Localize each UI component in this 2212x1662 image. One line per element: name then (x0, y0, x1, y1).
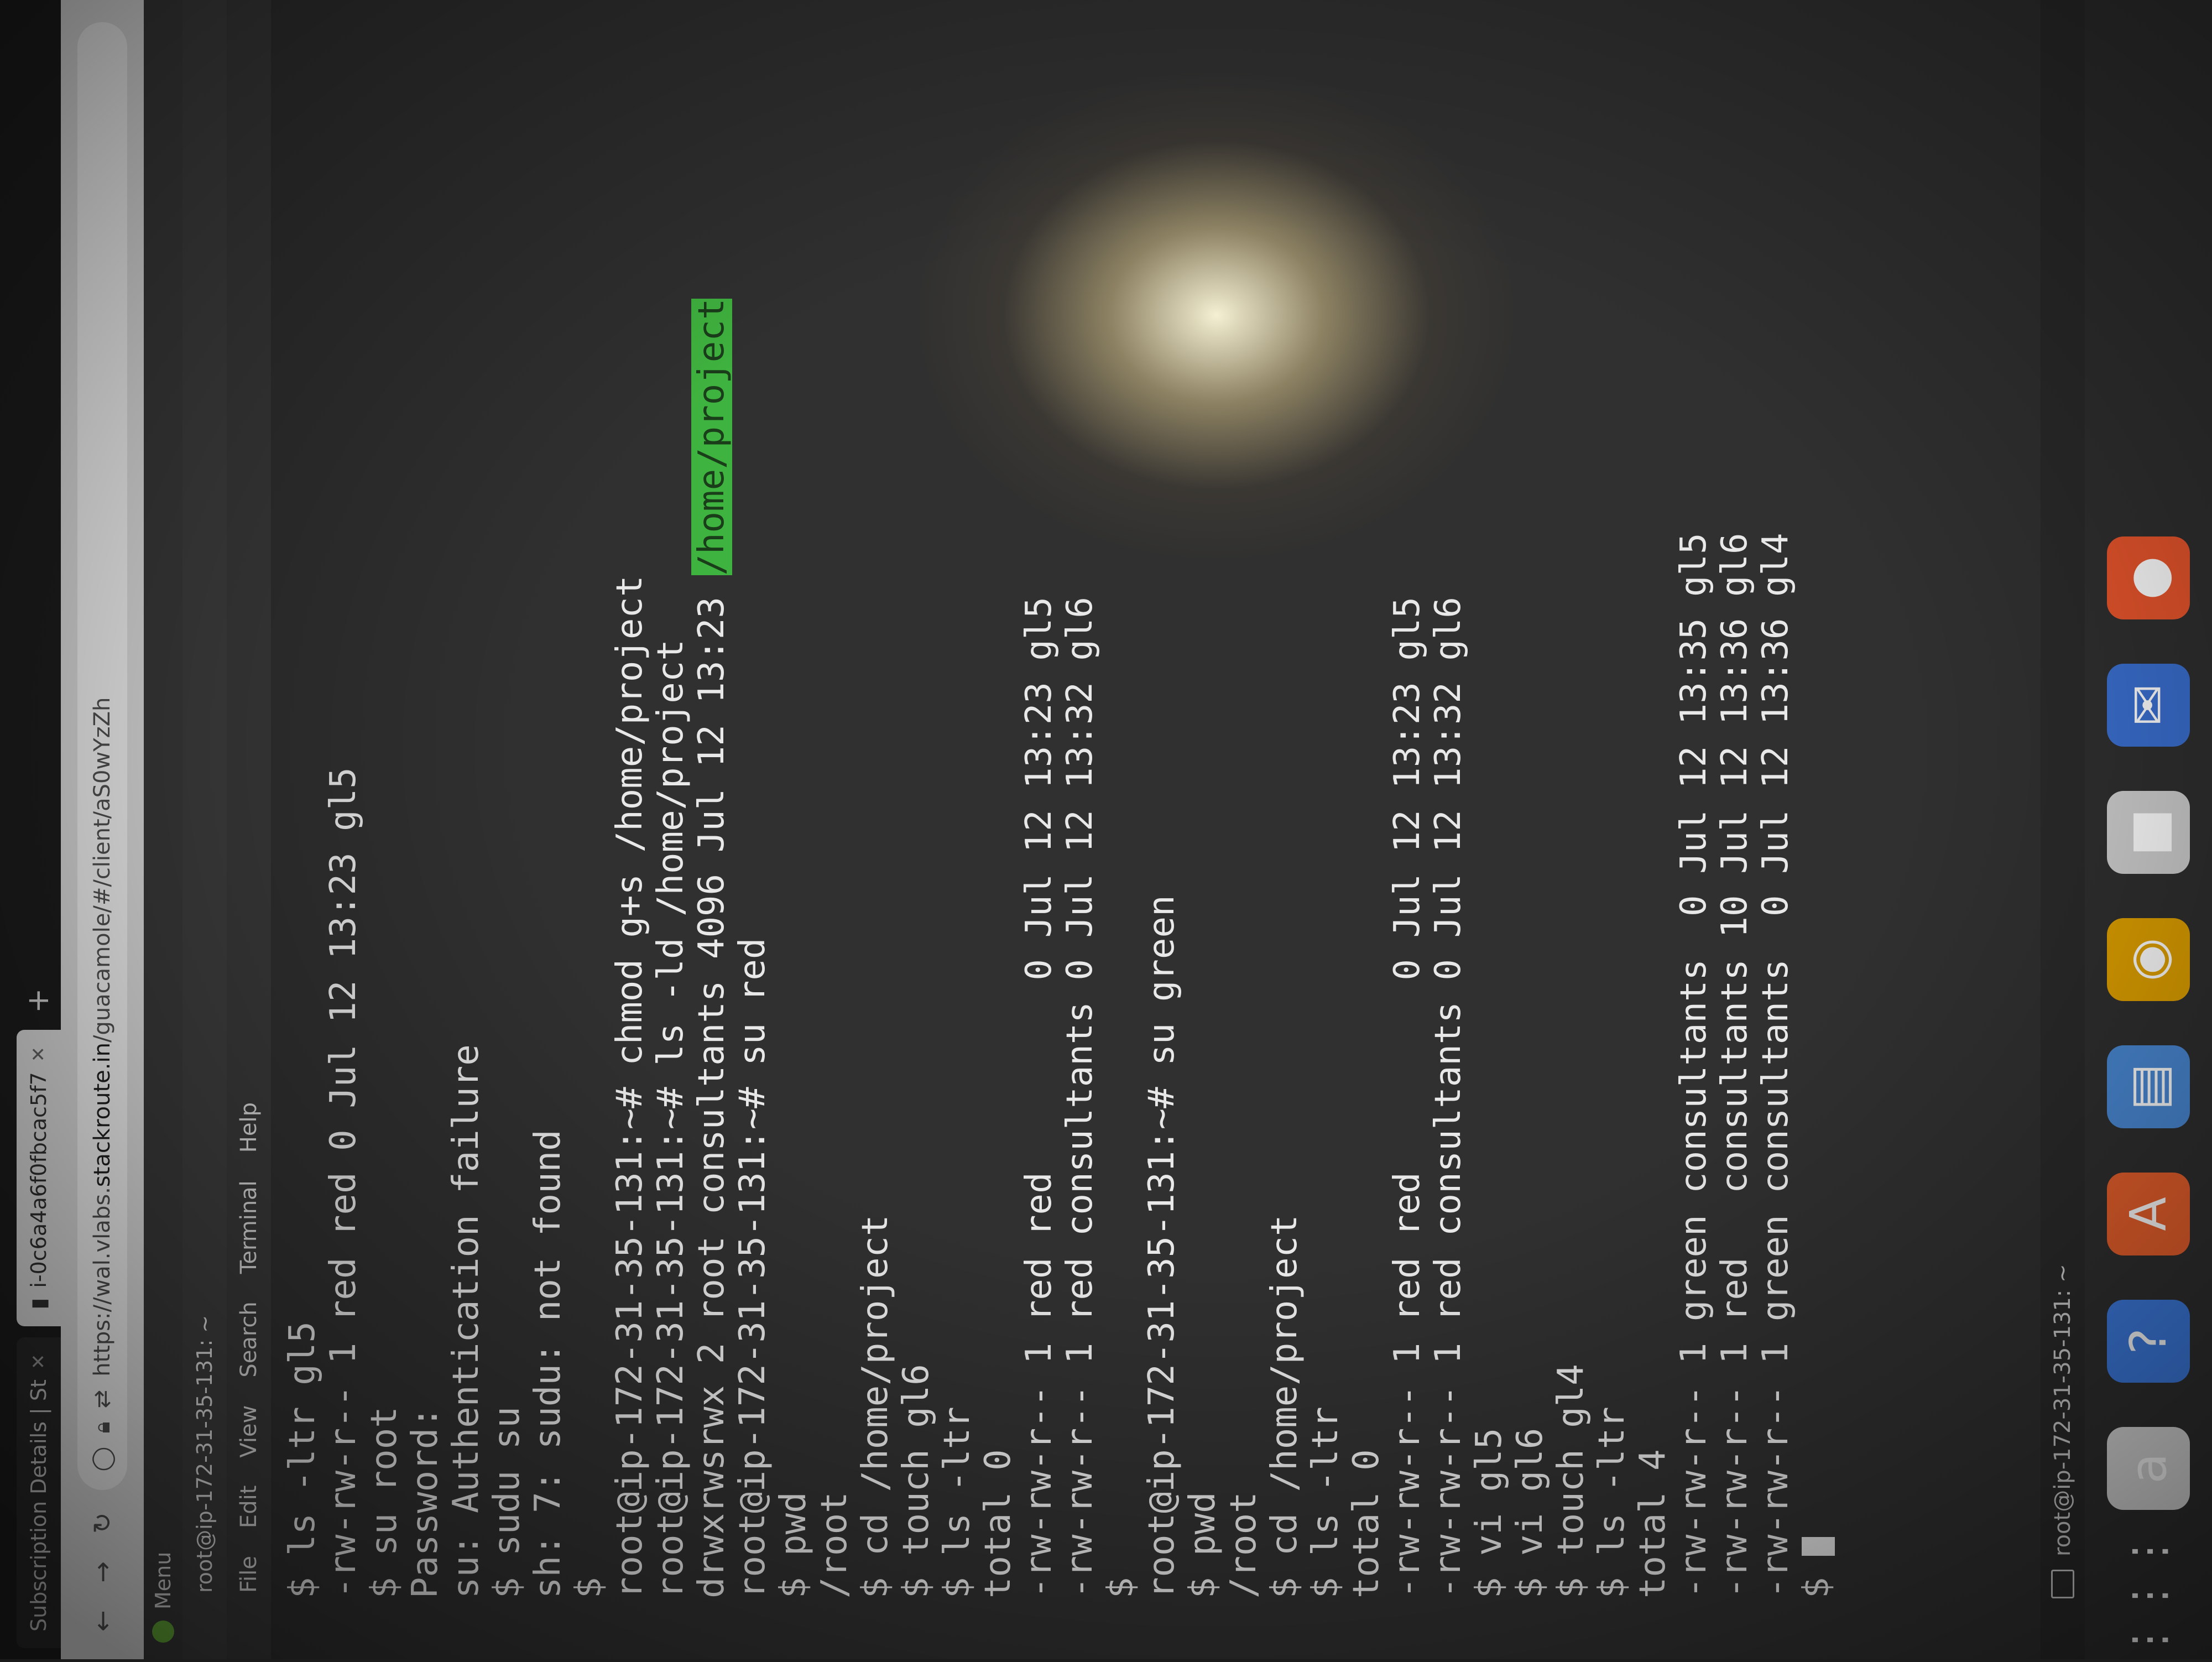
terminal-tab-icon: ▮ (27, 1298, 51, 1310)
menu-edit[interactable]: Edit (236, 1486, 262, 1528)
menu-icon[interactable] (152, 1621, 174, 1643)
text-cursor (1802, 1536, 1835, 1556)
terminal-line: root@ip-172-31-35-131:~# ls -ld /home/pr… (650, 639, 691, 1598)
rhythmbox-icon[interactable]: ◉ (2107, 918, 2190, 1001)
terminal-line: -rw-rw-r-- 1 green consultants 0 Jul 12 … (1755, 533, 1796, 1598)
tab-label: i-0c6a4a6f0fbcac5f7 (27, 1072, 51, 1288)
terminal-line: $ pwd (1182, 1492, 1223, 1598)
terminal-line: Password: (405, 1406, 446, 1598)
address-bar[interactable]: ◯ 🔒︎ ⇄ https://wal.vlabs.stackroute.in/g… (77, 22, 127, 1491)
highlighted-path: /home/project (691, 298, 732, 576)
terminal-line: $ vi gl6 (1510, 1427, 1551, 1598)
taskbar: root@ip-172-31-35-131: ~ (2041, 0, 2085, 1659)
screen: Subscription Details | St ✕ ▮ i-0c6a4a6f… (0, 0, 2212, 1662)
terminal-line: root@ip-172-31-35-131:~# chmod g+s /home… (609, 575, 650, 1599)
software-icon[interactable]: A (2107, 1173, 2190, 1255)
tab-label: Subscription Details | St (27, 1379, 51, 1632)
launcher-dock: ⋮⋮⋮ a? A ▤ ◉ ■ ✉ ● (2085, 0, 2212, 1662)
terminal-line: $ ls -ltr gl5 (282, 1321, 323, 1598)
terminal-line: $ sudu su (487, 1406, 528, 1598)
permissions-icon[interactable]: ⇄ (90, 1390, 115, 1409)
terminal-line: $ (568, 1577, 609, 1598)
menu-terminal[interactable]: Terminal (236, 1180, 262, 1274)
terminal-output[interactable]: $ ls -ltr gl5 -rw-rw-r-- 1 red red 0 Jul … (271, 0, 2041, 1659)
menu-file[interactable]: File (236, 1556, 262, 1593)
terminal-line: total 0 (1346, 1449, 1387, 1598)
back-icon[interactable]: ← (87, 1610, 117, 1632)
terminal-line: /root (814, 1492, 855, 1598)
terminal-line: $ cd /home/project (855, 1215, 896, 1598)
terminal-line: root@ip-172-31-35-131:~# su red (732, 937, 773, 1598)
address-toolbar: ← → ↻ ◯ 🔒︎ ⇄ https://wal.vlabs.stackrout… (61, 0, 144, 1659)
terminal-menubar: File Edit View Search Terminal Help (227, 0, 271, 1659)
terminal-line: -rw-rw-r-- 1 red red 0 Jul 12 13:23 gl5 (1387, 597, 1428, 1598)
writer-icon[interactable]: ▤ (2107, 1045, 2190, 1128)
shield-icon: ◯ (90, 1446, 115, 1472)
terminal-line: -rw-rw-r-- 1 red red 0 Jul 12 13:23 gl5 (323, 767, 364, 1598)
terminal-line: drwxrwsrwx 2 root consultants 4096 Jul 1… (691, 298, 732, 1598)
terminal-line: $ ls -ltr (1305, 1406, 1346, 1598)
terminal-line: $ ls -ltr (937, 1406, 978, 1598)
terminal-line: total 4 (1632, 1449, 1673, 1598)
terminal-line: total 0 (978, 1449, 1019, 1598)
close-icon[interactable]: ✕ (28, 1046, 50, 1062)
terminal-line: $ su root (364, 1406, 405, 1598)
terminal-line: su: Authentication failure (446, 1044, 487, 1598)
window-title: root@ip-172-31-35-131: ~ (192, 1315, 217, 1593)
tab-guacamole-client[interactable]: ▮ i-0c6a4a6f0fbcac5f7 ✕ (17, 1029, 61, 1326)
terminal-line: $ ls -ltr (1592, 1406, 1632, 1598)
terminal-line: $ touch gl6 (896, 1364, 937, 1598)
terminal-line: -rw-rw-r-- 1 green consultants 0 Jul 12 … (1673, 533, 1714, 1598)
tab-subscription-details[interactable]: Subscription Details | St ✕ (17, 1337, 61, 1648)
forward-icon[interactable]: → (87, 1561, 117, 1583)
terminal-line: $ (1100, 1577, 1141, 1598)
terminal-titlebar: root@ip-172-31-35-131: ~ (182, 0, 227, 1659)
menu-view[interactable]: View (236, 1405, 262, 1458)
terminal-line: $ (1796, 0, 1837, 1598)
terminal-line: $ pwd (773, 1492, 814, 1598)
amazon-icon[interactable]: a (2107, 1427, 2190, 1510)
menu-help[interactable]: Help (236, 1102, 262, 1153)
terminal-line: -rw-rw-r-- 1 red consultants 0 Jul 12 13… (1060, 597, 1100, 1598)
taskbar-window-title[interactable]: root@ip-172-31-35-131: ~ (2050, 1264, 2075, 1556)
menu-search[interactable]: Search (236, 1301, 262, 1377)
desktop-panel: Menu (144, 0, 182, 1659)
new-tab-button[interactable]: + (20, 988, 55, 1013)
close-icon[interactable]: ✕ (28, 1354, 50, 1370)
terminal-line: -rw-rw-r-- 1 red red 0 Jul 12 13:23 gl5 (1019, 597, 1060, 1598)
terminal-line: -rw-rw-r-- 1 red consultants 10 Jul 12 1… (1714, 533, 1755, 1598)
app-grid-icon[interactable]: ⋮⋮⋮ (2107, 1529, 2190, 1662)
menu-button[interactable]: Menu (151, 1552, 175, 1609)
reload-icon[interactable]: ↻ (87, 1512, 117, 1534)
terminal-line: sh: 7: sudu: not found (528, 1129, 568, 1598)
terminal-icon (2051, 1570, 2074, 1598)
url-text: https://wal.vlabs.stackroute.in/guacamol… (90, 697, 115, 1377)
terminal-line: $ touch gl4 (1551, 1364, 1592, 1598)
terminal-line: /root (1223, 1492, 1264, 1598)
terminal-line: root@ip-172-31-35-131:~# su green (1141, 895, 1182, 1598)
terminal-line: -rw-rw-r-- 1 red consultants 0 Jul 12 13… (1428, 597, 1469, 1598)
lock-icon: 🔒︎ (90, 1421, 115, 1434)
help-icon[interactable]: ? (2107, 1300, 2190, 1383)
browser-tabbar: Subscription Details | St ✕ ▮ i-0c6a4a6f… (0, 0, 61, 1659)
files-icon[interactable]: ■ (2107, 791, 2190, 874)
thunderbird-icon[interactable]: ✉ (2107, 664, 2190, 747)
terminal-line: $ vi gl5 (1469, 1427, 1510, 1598)
terminal-line: $ cd /home/project (1264, 1215, 1305, 1598)
firefox-icon[interactable]: ● (2107, 536, 2190, 619)
